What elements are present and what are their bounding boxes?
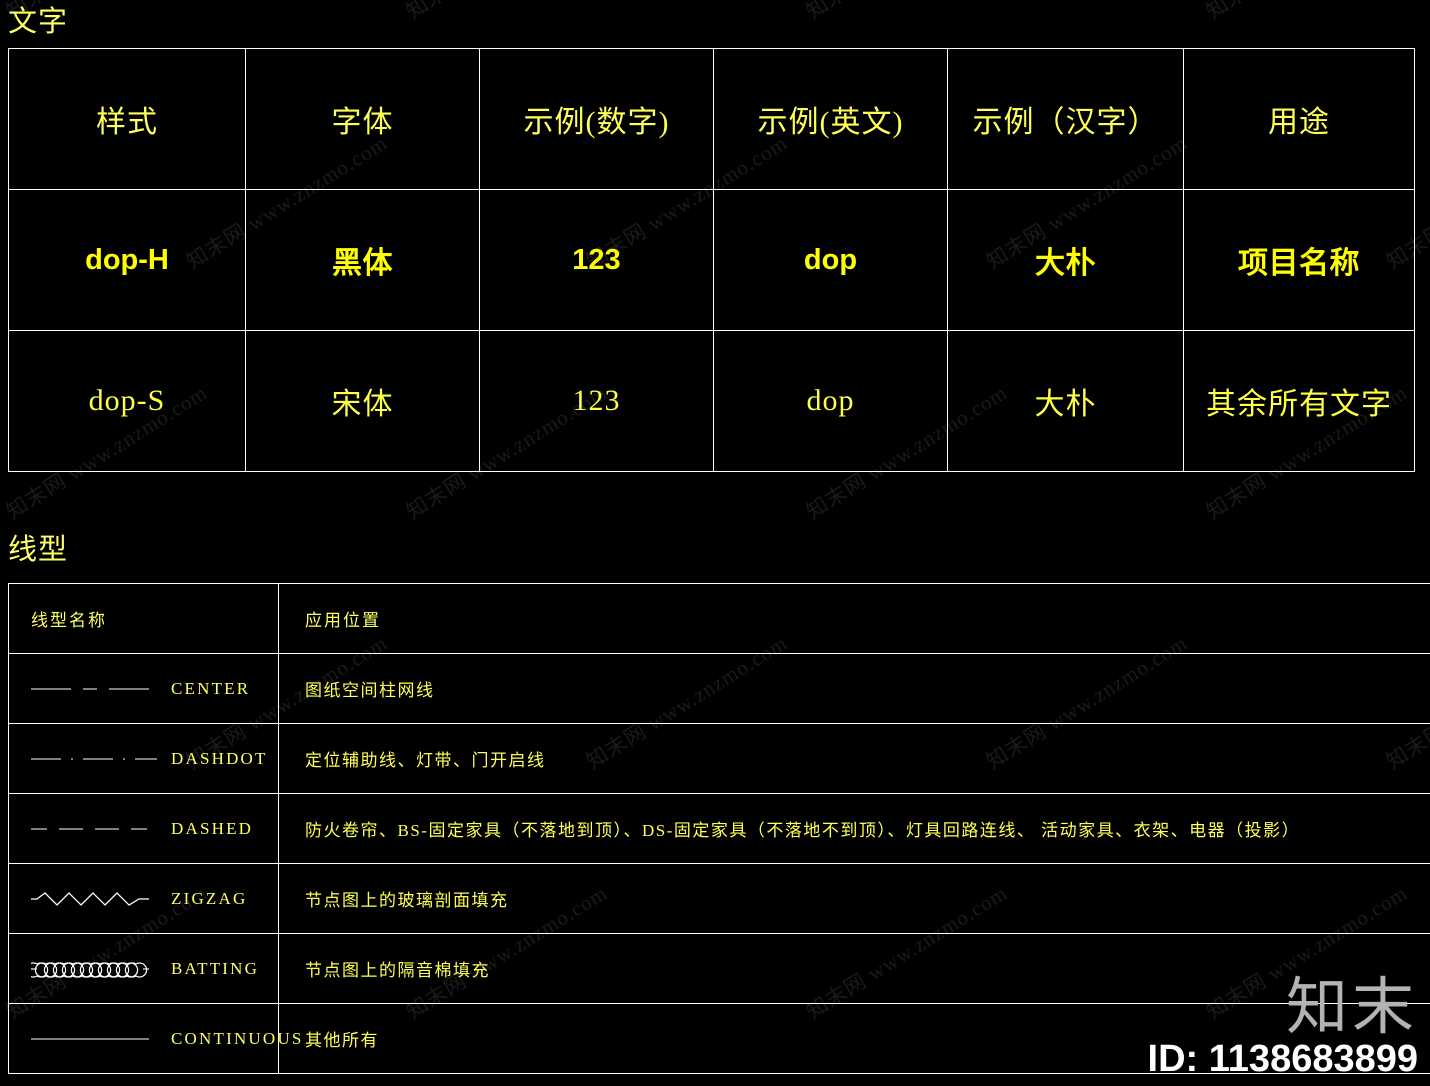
resource-id-label: ID: 1138683899 [1147, 1038, 1418, 1081]
linetype-usage-label: 图纸空间柱网线 [305, 681, 435, 700]
linetype-usage-label: 其他所有 [305, 1031, 379, 1050]
linetype-sample-cell: CENTER [8, 653, 279, 724]
column-header-style: 样式 [8, 48, 246, 190]
linetype-name-header-label: 线型名称 [31, 611, 107, 630]
cell-font: 黑体 [245, 189, 480, 331]
batting-linetype-icon [31, 961, 149, 978]
watermark-text: 知末网 www.znzmo.com [1200, 0, 1413, 25]
cell-sample-chinese: 大朴 [947, 330, 1184, 472]
column-header-sample-english: 示例(英文) [713, 48, 948, 190]
linetype-sample-cell: DASHED [8, 793, 279, 864]
cell-sample-english: dop [713, 330, 948, 472]
linetype-usage-cell: 图纸空间柱网线 [278, 653, 1430, 724]
cell-sample-english: dop [713, 189, 948, 331]
linetype-sample-cell: DASHDOT [8, 723, 279, 794]
linetype-usage-label: 定位辅助线、灯带、门开启线 [305, 751, 546, 770]
cell-sample-number: 123 [479, 330, 714, 472]
linetype-sample-cell: CONTINUOUS [8, 1003, 301, 1074]
cell-sample-number: 123 [479, 189, 714, 331]
column-header-sample-number: 示例(数字) [479, 48, 714, 190]
center-linetype-icon [31, 687, 149, 690]
linetype-usage-label: 防火卷帘、BS-固定家具（不落地到顶）、DS-固定家具（不落地不到顶）、灯具回路… [305, 821, 1301, 840]
table-header-row: 样式 字体 示例(数字) 示例(英文) 示例（汉字） 用途 [8, 48, 1415, 190]
table-row: DASHED 防火卷帘、BS-固定家具（不落地到顶）、DS-固定家具（不落地不到… [8, 793, 1430, 864]
cell-usage: 其余所有文字 [1183, 330, 1415, 472]
cell-sample-chinese: 大朴 [947, 189, 1184, 331]
linetype-section-title: 线型 [8, 534, 69, 566]
text-styles-table: 样式 字体 示例(数字) 示例(英文) 示例（汉字） 用途 dop-H 黑体 1… [8, 48, 1415, 472]
column-header-usage: 用途 [1183, 48, 1415, 190]
text-section-title: 文字 [8, 6, 69, 38]
table-row: DASHDOT 定位辅助线、灯带、门开启线 [8, 723, 1430, 794]
cell-font: 宋体 [245, 330, 480, 472]
column-header-sample-chinese: 示例（汉字） [947, 48, 1184, 190]
linetype-usage-cell: 防火卷帘、BS-固定家具（不落地到顶）、DS-固定家具（不落地不到顶）、灯具回路… [278, 793, 1430, 864]
linetype-name-label: DASHDOT [171, 748, 268, 768]
cell-usage: 项目名称 [1183, 189, 1415, 331]
linetype-name-label: ZIGZAG [171, 888, 248, 908]
table-row: ZIGZAG 节点图上的玻璃剖面填充 [8, 863, 1430, 934]
linetype-usage-cell: 定位辅助线、灯带、门开启线 [278, 723, 1430, 794]
continuous-linetype-icon [31, 1037, 149, 1040]
watermark-text: 知末网 www.znzmo.com [400, 0, 613, 25]
column-header-linetype-name: 线型名称 [8, 583, 279, 654]
dashed-linetype-icon [31, 827, 147, 830]
usage-header-label: 应用位置 [305, 611, 381, 630]
cell-style: dop-S [8, 330, 246, 472]
linetype-name-label: DASHED [171, 818, 254, 838]
linetype-usage-cell: 节点图上的玻璃剖面填充 [278, 863, 1430, 934]
dashdot-linetype-icon [31, 757, 157, 760]
column-header-usage: 应用位置 [278, 583, 1430, 654]
linetype-sample-cell: ZIGZAG [8, 863, 279, 934]
linetype-name-label: CENTER [171, 678, 251, 698]
table-row: CENTER 图纸空间柱网线 [8, 653, 1430, 724]
linetype-usage-label: 节点图上的隔音棉填充 [305, 961, 490, 980]
brand-block: 知末 ID: 1138683899 [1147, 973, 1418, 1081]
linetype-usage-label: 节点图上的玻璃剖面填充 [305, 891, 509, 910]
table-header-row: 线型名称 应用位置 [8, 583, 1430, 654]
table-row: dop-S 宋体 123 dop 大朴 其余所有文字 [8, 330, 1415, 472]
column-header-font: 字体 [245, 48, 480, 190]
zigzag-linetype-icon [31, 891, 149, 906]
watermark-text: 知末网 www.znzmo.com [800, 0, 1013, 25]
linetype-name-label: BATTING [171, 958, 260, 978]
linetype-name-label: CONTINUOUS [171, 1028, 304, 1048]
znzmo-logo: 知末 [1285, 973, 1418, 1043]
cell-style: dop-H [8, 189, 246, 331]
table-row: dop-H 黑体 123 dop 大朴 项目名称 [8, 189, 1415, 331]
linetype-sample-cell: BATTING [8, 933, 279, 1004]
